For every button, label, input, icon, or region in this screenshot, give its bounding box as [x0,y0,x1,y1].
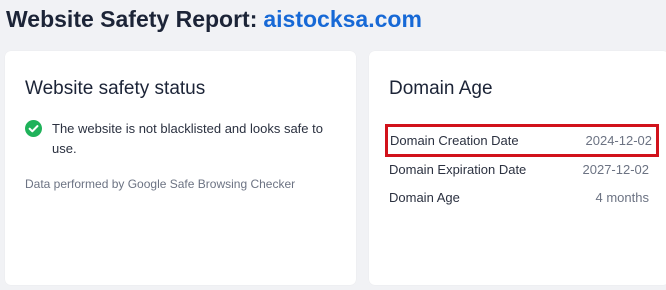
page-title-text: Website Safety Report: [6,6,258,32]
safety-card-title: Website safety status [25,78,206,99]
domain-age-value: 4 months [595,189,649,205]
domain-expiration-date-row: Domain Expiration Date 2027-12-02 [389,158,649,180]
safety-status-card: Website safety status The website is not… [5,51,356,285]
check-circle-icon [25,120,42,137]
domain-age-label: Domain Age [389,189,460,205]
domain-creation-date-value: 2024-12-02 [585,133,653,148]
safety-status-row: The website is not blacklisted and looks… [25,119,345,159]
domain-expiration-date-label: Domain Expiration Date [389,161,527,177]
page-title: Website Safety Report: aistocksa.com [6,6,422,38]
domain-creation-date-row: Domain Creation Date 2024-12-02 [385,124,659,157]
domain-expiration-date-value: 2027-12-02 [582,161,650,177]
domain-creation-date-label: Domain Creation Date [390,133,519,148]
safety-status-text: The website is not blacklisted and looks… [52,121,323,156]
data-source-note: Data performed by Google Safe Browsing C… [25,177,296,191]
domain-age-row: Domain Age 4 months [389,186,649,208]
domain-age-card-title: Domain Age [389,78,493,99]
domain-age-card: Domain Age Domain Creation Date 2024-12-… [369,51,666,285]
page-title-domain: aistocksa.com [263,6,422,32]
